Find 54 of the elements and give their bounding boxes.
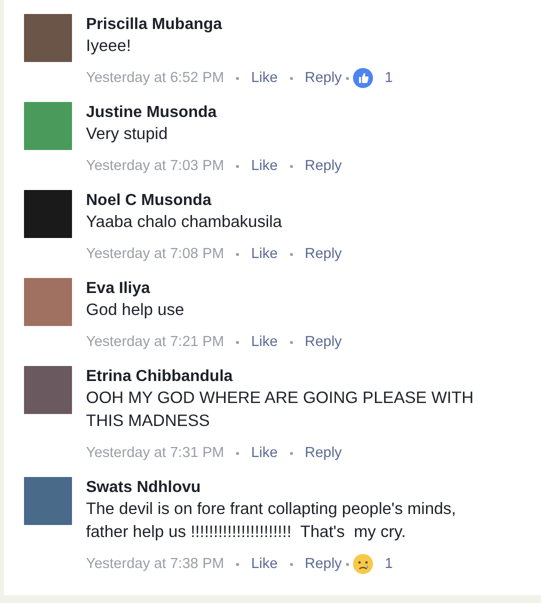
sad-face-icon — [352, 554, 373, 574]
commenter-name[interactable]: Swats Ndhlovu — [86, 478, 486, 498]
comment-time: Yesterday at 7:08 PM — [86, 245, 224, 264]
separator-dot-icon — [290, 340, 293, 344]
reaction-count: 1 — [384, 555, 393, 574]
reaction-count: 1 — [384, 69, 393, 88]
reply-link[interactable]: Reply — [304, 68, 342, 88]
separator-dot-icon — [290, 164, 293, 168]
like-link[interactable]: Like — [251, 68, 278, 88]
separator-dot-icon — [290, 76, 293, 80]
avatar-photo-placeholder — [24, 366, 72, 414]
comment-text: God help use — [86, 300, 186, 321]
commenter-name[interactable]: Justine Musonda — [86, 103, 486, 123]
comment-text: Yaaba chalo chambakusila — [86, 212, 283, 233]
avatar-photo-placeholder — [24, 102, 72, 150]
separator-dot-icon — [236, 562, 240, 566]
separator-dot-icon — [290, 452, 293, 454]
reply-link[interactable]: Reply — [304, 554, 342, 574]
separator-dot-icon — [236, 452, 240, 454]
commenter-name[interactable]: Priscilla Mubanga — [86, 15, 486, 35]
avatar-photo-placeholder — [24, 14, 72, 62]
comment-text: Very stupid — [86, 124, 169, 145]
comment-time: Yesterday at 7:31 PM — [86, 444, 224, 463]
avatar-photo-placeholder — [24, 190, 72, 238]
reply-link[interactable]: Reply — [304, 443, 342, 463]
comment-time: Yesterday at 7:03 PM — [86, 157, 224, 176]
separator-dot-icon — [236, 76, 240, 80]
reply-link[interactable]: Reply — [304, 244, 342, 264]
commenter-name[interactable]: Etrina Chibbandula — [86, 367, 486, 387]
separator-dot-icon — [346, 76, 349, 80]
separator-dot-icon — [290, 252, 293, 256]
separator-dot-icon — [290, 562, 293, 566]
like-link[interactable]: Like — [251, 244, 278, 264]
commenter-name[interactable]: Eva Iliya — [86, 279, 486, 299]
comment-text: The devil is on fore frant collapting people's minds, father help us !!!!!!!!!!!!!!!!!!!!!! That's my cry. — [86, 499, 458, 543]
reply-link[interactable]: Reply — [304, 156, 342, 176]
like-link[interactable]: Like — [251, 554, 278, 574]
separator-dot-icon — [346, 562, 349, 566]
like-link[interactable]: Like — [251, 156, 278, 176]
like-link[interactable]: Like — [251, 332, 278, 352]
comment-time: Yesterday at 6:52 PM — [86, 69, 224, 88]
like-link[interactable]: Like — [251, 443, 278, 463]
comment-time: Yesterday at 7:21 PM — [86, 333, 224, 352]
avatar-photo-placeholder — [24, 477, 72, 525]
avatar-photo-placeholder — [24, 278, 72, 326]
separator-dot-icon — [236, 340, 240, 344]
comment-time: Yesterday at 7:38 PM — [86, 555, 224, 574]
comment-text: Iyeee! — [86, 36, 132, 57]
separator-dot-icon — [236, 252, 240, 256]
commenter-name[interactable]: Noel C Musonda — [86, 191, 486, 211]
reply-link[interactable]: Reply — [304, 332, 342, 352]
comment-text: OOH MY GOD WHERE ARE GOING PLEASE WITH THIS MADNESS — [86, 388, 475, 432]
separator-dot-icon — [236, 164, 240, 168]
thumbs-up-icon — [352, 68, 373, 88]
